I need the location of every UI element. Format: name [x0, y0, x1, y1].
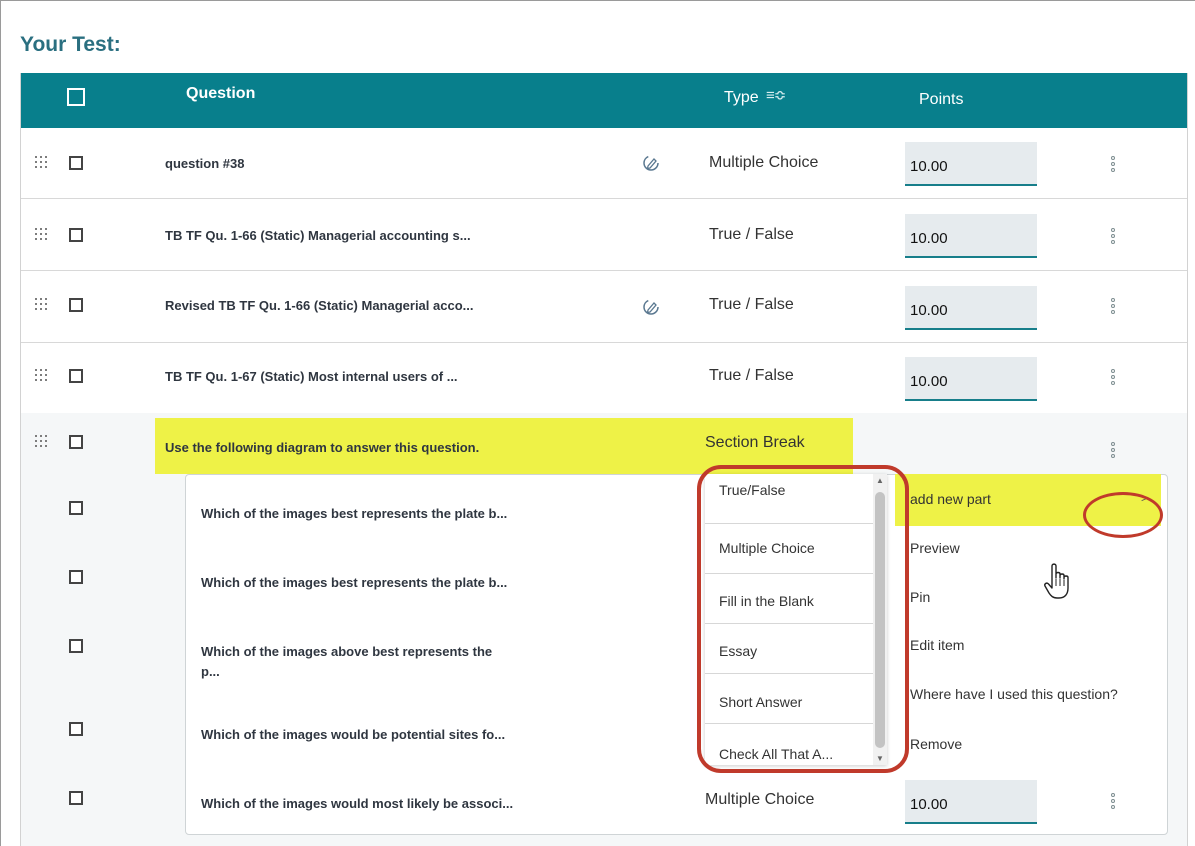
question-text[interactable]: Revised TB TF Qu. 1-66 (Static) Manageri… — [165, 298, 473, 313]
kebab-more-icon[interactable] — [1111, 228, 1115, 244]
question-type: True / False — [709, 226, 794, 243]
subquestion-text[interactable]: Which of the images would be potential s… — [201, 725, 505, 745]
table-row: TB TF Qu. 1-67 (Static) Most internal us… — [21, 343, 1187, 414]
test-table: Question Type ≡≎ Points question #38 Mul… — [20, 73, 1188, 846]
kebab-more-icon[interactable] — [1111, 442, 1115, 458]
action-pin[interactable]: Pin — [910, 589, 930, 605]
points-input[interactable]: 10.00 — [905, 357, 1037, 401]
subquestion-text[interactable]: Which of the images best represents the … — [201, 573, 507, 593]
table-row: TB TF Qu. 1-66 (Static) Managerial accou… — [21, 200, 1187, 271]
drag-handle-icon[interactable] — [35, 156, 49, 170]
action-remove[interactable]: Remove — [910, 736, 962, 752]
drag-handle-icon[interactable] — [35, 228, 49, 242]
points-input[interactable]: 10.00 — [905, 214, 1037, 258]
subquestion-checkbox[interactable] — [69, 570, 83, 584]
points-input[interactable]: 10.00 — [905, 142, 1037, 186]
edit-pencil-icon[interactable] — [641, 153, 661, 173]
question-type: Multiple Choice — [709, 154, 819, 171]
kebab-more-icon[interactable] — [1111, 793, 1115, 809]
section-type: Section Break — [705, 434, 805, 451]
subquestion-text-line1[interactable]: Which of the images above best represent… — [201, 642, 492, 662]
edit-pencil-icon[interactable] — [641, 297, 661, 317]
kebab-more-icon[interactable] — [1111, 156, 1115, 172]
column-header-question: Question — [186, 85, 256, 102]
subquestion-checkbox[interactable] — [69, 639, 83, 653]
table-header: Question Type ≡≎ Points — [21, 73, 1187, 128]
row-checkbox[interactable] — [69, 369, 83, 383]
action-edit-item[interactable]: Edit item — [910, 637, 964, 653]
question-type: True / False — [709, 296, 794, 313]
subquestion-checkbox[interactable] — [69, 722, 83, 736]
subquestion-text[interactable]: Which of the images best represents the … — [201, 504, 507, 524]
page-title: Your Test: — [20, 33, 121, 56]
question-type: True / False — [709, 367, 794, 384]
annotation-circle — [1083, 492, 1163, 538]
action-preview[interactable]: Preview — [910, 540, 960, 556]
table-row: question #38 Multiple Choice 10.00 — [21, 128, 1187, 199]
question-text[interactable]: TB TF Qu. 1-66 (Static) Managerial accou… — [165, 228, 471, 243]
action-add-new-part[interactable]: add new part — [910, 491, 991, 507]
kebab-more-icon[interactable] — [1111, 369, 1115, 385]
row-checkbox[interactable] — [69, 228, 83, 242]
subquestion-type: Multiple Choice — [705, 791, 815, 808]
row-checkbox[interactable] — [69, 156, 83, 170]
select-all-checkbox[interactable] — [67, 88, 85, 106]
section-question-text[interactable]: Use the following diagram to answer this… — [165, 440, 479, 455]
sort-icon[interactable]: ≡≎ — [766, 86, 786, 104]
annotation-circle — [697, 465, 909, 773]
subquestion-checkbox[interactable] — [69, 501, 83, 515]
subquestion-checkbox[interactable] — [69, 791, 83, 805]
points-input[interactable]: 10.00 — [905, 286, 1037, 330]
subquestion-text[interactable]: Which of the images would most likely be… — [201, 794, 513, 814]
action-where-used[interactable]: Where have I used this question? — [910, 686, 1118, 702]
question-text[interactable]: question #38 — [165, 156, 244, 171]
table-row: Revised TB TF Qu. 1-66 (Static) Manageri… — [21, 272, 1187, 343]
points-input[interactable]: 10.00 — [905, 780, 1037, 824]
subquestion-text-line2[interactable]: p... — [201, 662, 220, 682]
row-checkbox[interactable] — [69, 298, 83, 312]
question-text[interactable]: TB TF Qu. 1-67 (Static) Most internal us… — [165, 369, 458, 384]
drag-handle-icon[interactable] — [35, 369, 49, 383]
column-header-points: Points — [919, 91, 964, 108]
drag-handle-icon[interactable] — [35, 298, 49, 312]
section-checkbox[interactable] — [69, 435, 83, 449]
kebab-more-icon[interactable] — [1111, 298, 1115, 314]
column-header-type[interactable]: Type — [724, 89, 759, 107]
drag-handle-icon[interactable] — [35, 435, 49, 449]
hand-pointer-icon — [1044, 563, 1069, 599]
